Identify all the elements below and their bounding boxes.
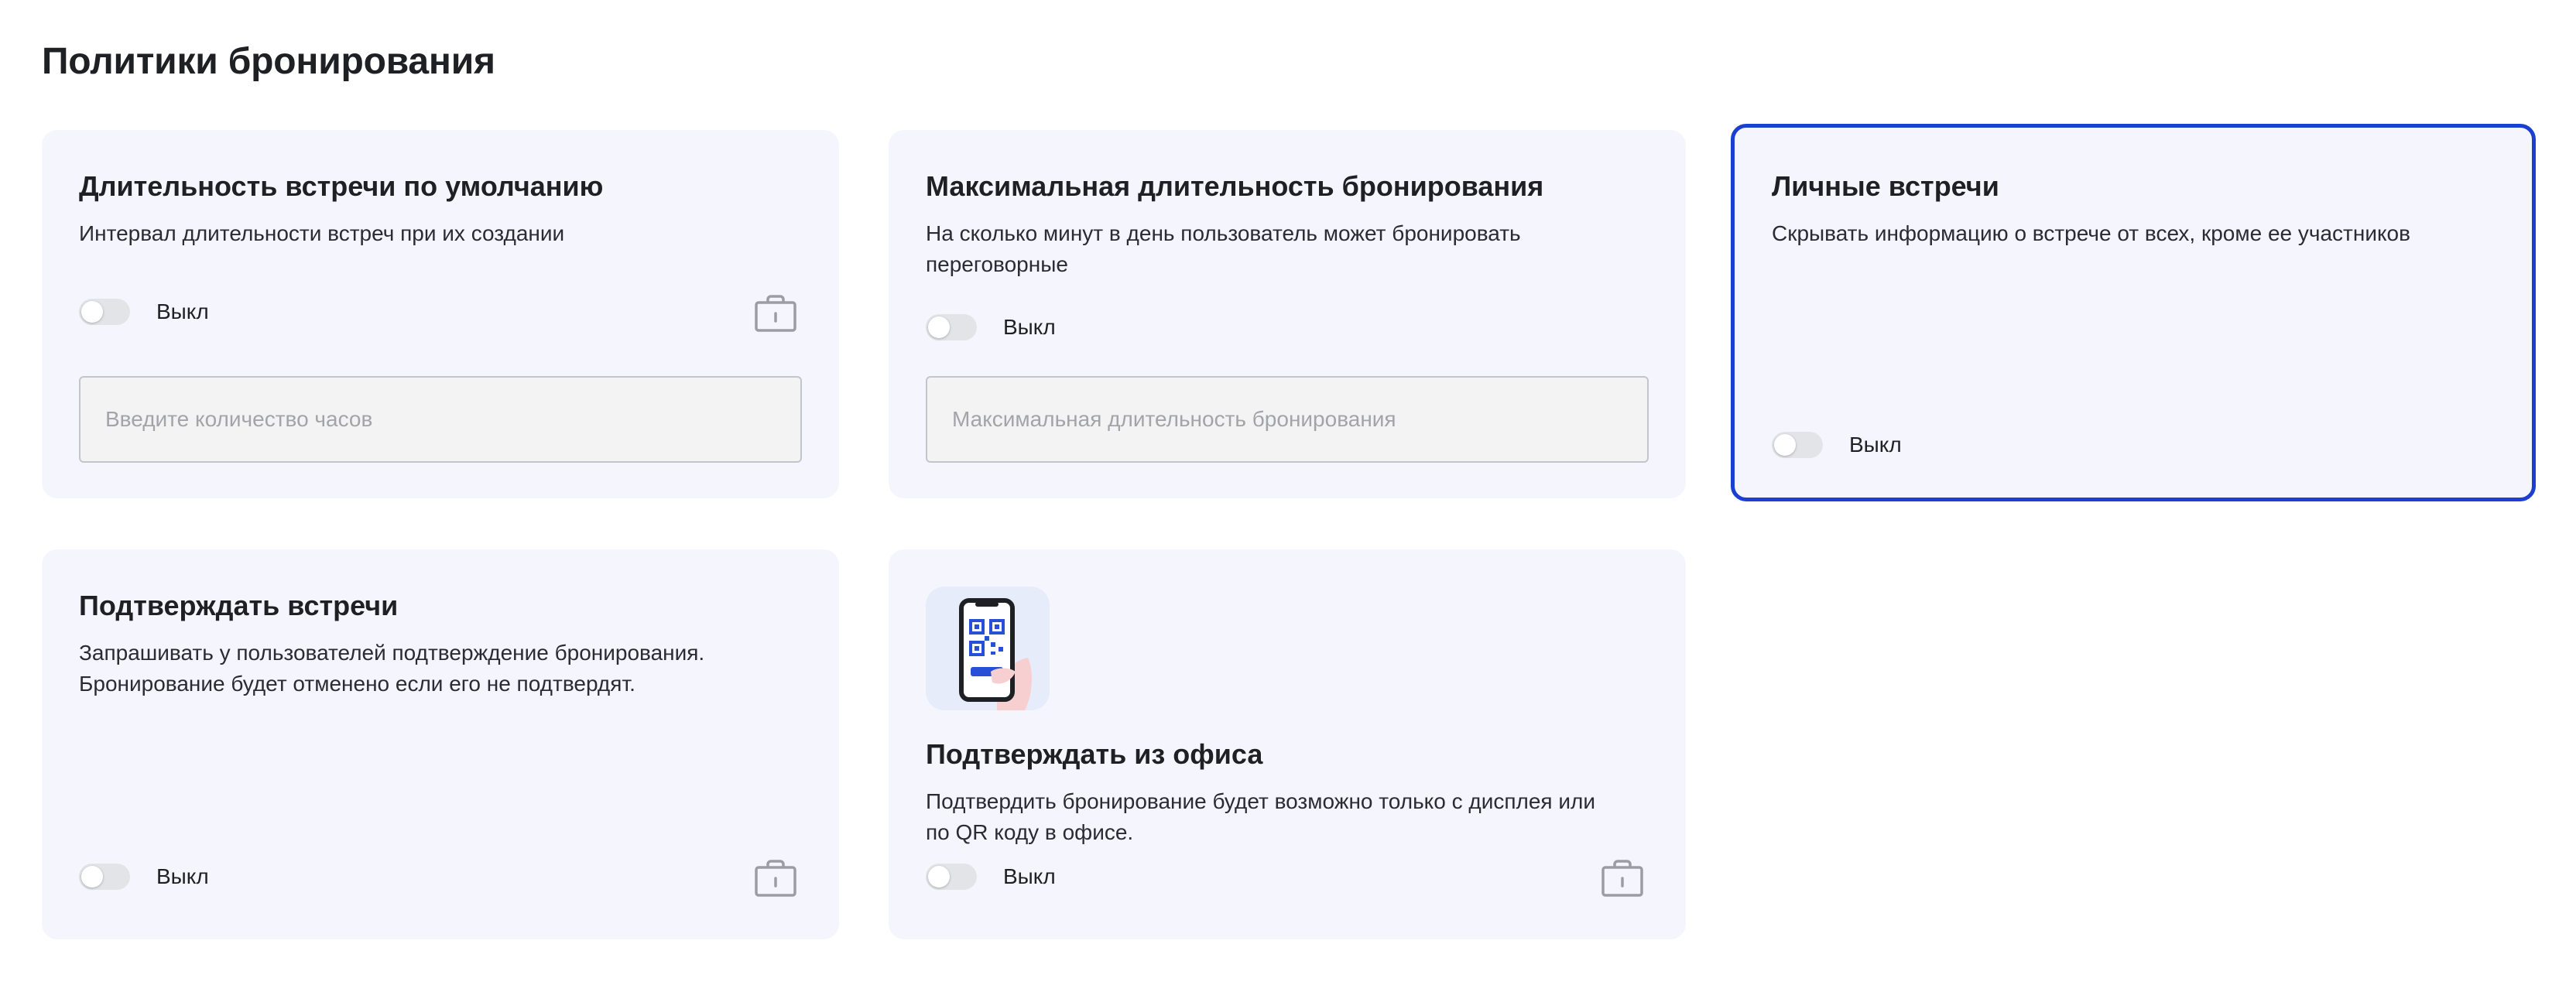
page-title: Политики бронирования bbox=[42, 41, 495, 82]
toggle-knob bbox=[1774, 434, 1796, 456]
card-default-duration: Длительность встречи по умолчанию Интерв… bbox=[42, 130, 839, 498]
toggle-row: Выкл bbox=[1772, 432, 1902, 458]
card-title: Личные встречи bbox=[1772, 170, 1999, 202]
card-confirm-meetings: Подтверждать встречи Запрашивать у польз… bbox=[42, 549, 839, 939]
toggle-switch[interactable] bbox=[79, 299, 130, 325]
toggle-label: Выкл bbox=[1003, 315, 1056, 339]
card-title: Длительность встречи по умолчанию bbox=[79, 170, 604, 202]
phone-qr-icon bbox=[926, 587, 1050, 710]
toggle-label: Выкл bbox=[1003, 864, 1056, 888]
toggle-row: Выкл bbox=[79, 864, 209, 890]
toggle-label: Выкл bbox=[156, 864, 209, 888]
card-description: Скрывать информацию о встрече от всех, к… bbox=[1772, 221, 2410, 245]
card-confirm-from-office: Подтверждать из офиса Подтвердить бронир… bbox=[889, 549, 1686, 939]
card-title: Подтверждать встречи bbox=[79, 590, 399, 621]
hours-input[interactable] bbox=[79, 376, 802, 463]
card-title: Максимальная длительность бронирования bbox=[926, 170, 1544, 202]
toggle-label: Выкл bbox=[156, 299, 209, 323]
card-description: Запрашивать у пользователей подтверждени… bbox=[79, 638, 704, 700]
lock-icon bbox=[755, 860, 796, 897]
lock-icon bbox=[755, 295, 796, 332]
toggle-knob bbox=[928, 866, 950, 888]
card-description-line: по QR коду в офисе. bbox=[926, 820, 1134, 844]
card-max-duration: Максимальная длительность бронирования Н… bbox=[889, 130, 1686, 498]
card-description-line: На сколько минут в день пользователь мож… bbox=[926, 221, 1521, 245]
card-description-line: переговорные bbox=[926, 252, 1068, 276]
toggle-knob bbox=[928, 316, 950, 338]
toggle-switch[interactable] bbox=[926, 864, 977, 890]
card-description-line: Подтвердить бронирование будет возможно … bbox=[926, 789, 1595, 813]
card-description: Подтвердить бронирование будет возможно … bbox=[926, 786, 1595, 848]
card-title: Подтверждать из офиса bbox=[926, 738, 1263, 770]
card-description: На сколько минут в день пользователь мож… bbox=[926, 218, 1521, 280]
toggle-label: Выкл bbox=[1849, 433, 1902, 457]
toggle-knob bbox=[81, 301, 103, 323]
toggle-switch[interactable] bbox=[79, 864, 130, 890]
toggle-row: Выкл bbox=[926, 864, 1056, 890]
card-description-line: Бронирование будет отменено если его не … bbox=[79, 672, 635, 696]
card-private-meetings[interactable]: Личные встречи Скрывать информацию о вст… bbox=[1731, 124, 2536, 501]
toggle-row: Выкл bbox=[79, 299, 209, 325]
toggle-row: Выкл bbox=[926, 314, 1056, 340]
max-duration-input[interactable] bbox=[926, 376, 1649, 463]
lock-icon bbox=[1601, 860, 1643, 897]
card-description-line: Запрашивать у пользователей подтверждени… bbox=[79, 641, 705, 665]
card-description: Интервал длительности встреч при их созд… bbox=[79, 221, 565, 245]
toggle-knob bbox=[81, 866, 103, 888]
booking-policies-page: Политики бронирования Длительность встре… bbox=[0, 0, 2576, 992]
toggle-switch[interactable] bbox=[1772, 432, 1823, 458]
toggle-switch[interactable] bbox=[926, 314, 977, 340]
